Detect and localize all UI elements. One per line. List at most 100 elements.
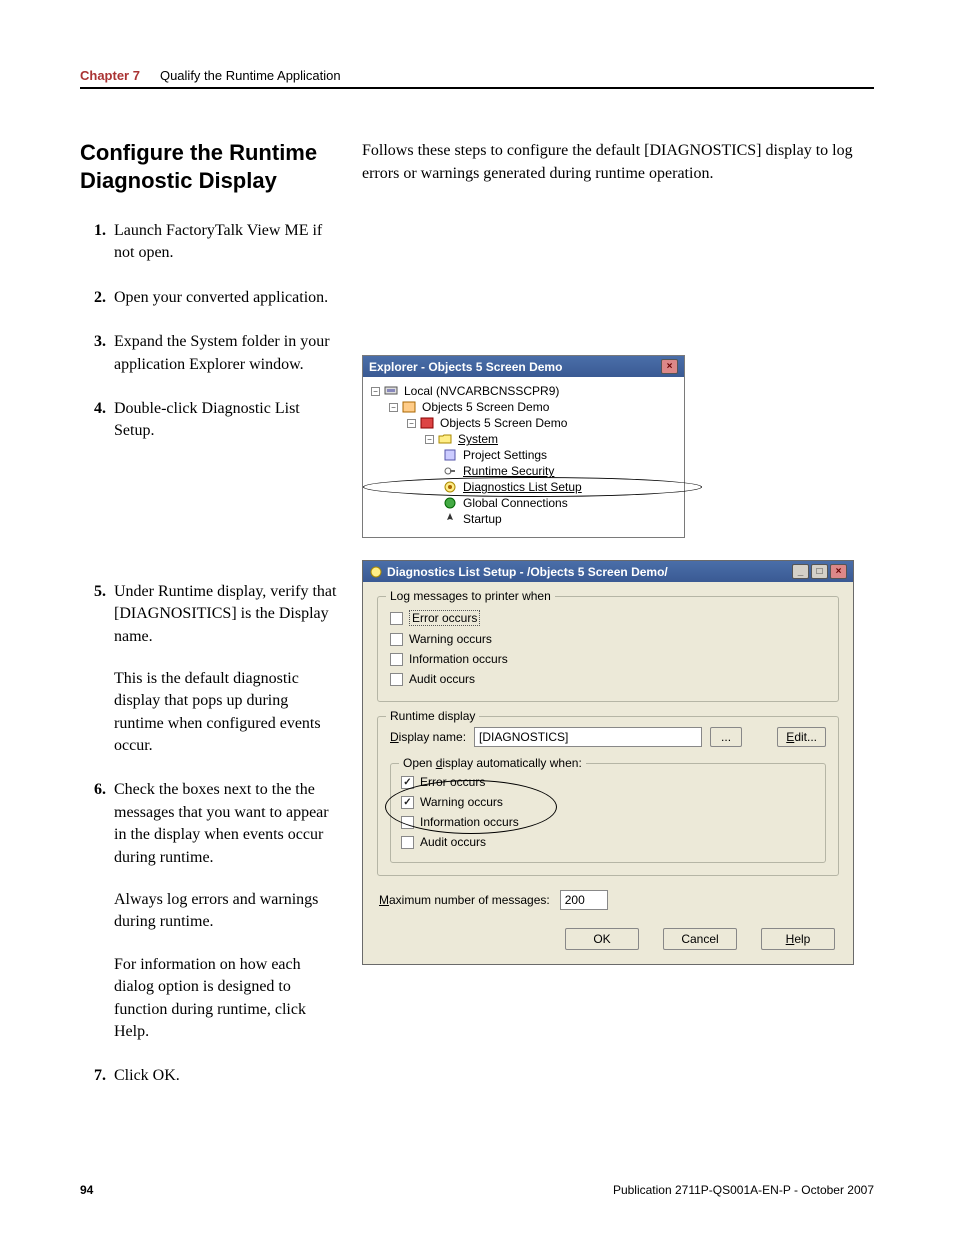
- step-list-cont: 5. Under Runtime display, verify that [D…: [80, 581, 338, 1088]
- help-button[interactable]: Help: [761, 928, 835, 950]
- dialog-title: Diagnostics List Setup - /Objects 5 Scre…: [387, 565, 668, 579]
- step-text: Click OK.: [114, 1065, 338, 1087]
- tree-label: Runtime Security: [461, 464, 554, 478]
- step-note: This is the default diagnostic display t…: [114, 668, 338, 758]
- checkbox-icon[interactable]: [401, 816, 414, 829]
- step-list: 1. Launch FactoryTalk View ME if not ope…: [80, 220, 338, 443]
- group-runtime-display: Runtime display Display name: ... Edit..…: [377, 716, 839, 876]
- checkbox-warning[interactable]: Warning occurs: [390, 629, 826, 649]
- collapse-icon[interactable]: −: [407, 419, 416, 428]
- minimize-icon[interactable]: _: [792, 564, 809, 579]
- computer-icon: [384, 384, 398, 398]
- checkbox-icon[interactable]: [390, 653, 403, 666]
- collapse-icon[interactable]: −: [389, 403, 398, 412]
- step-text: Open your converted application.: [114, 287, 338, 309]
- step-text: Launch FactoryTalk View ME if not open.: [114, 220, 338, 265]
- step-note: Always log errors and warnings during ru…: [114, 889, 338, 934]
- tree-label: Global Connections: [461, 496, 568, 510]
- checkbox-icon[interactable]: [390, 612, 403, 625]
- max-messages-label: Maximum number of messages:: [379, 893, 550, 907]
- checkbox-label: Audit occurs: [420, 835, 486, 849]
- display-name-label: Display name:: [390, 730, 466, 744]
- cancel-button[interactable]: Cancel: [663, 928, 737, 950]
- folder-icon: [438, 432, 452, 446]
- maximize-icon[interactable]: □: [811, 564, 828, 579]
- diagnostics-icon: [443, 480, 457, 494]
- browse-button[interactable]: ...: [710, 727, 742, 747]
- dialog-icon: [369, 565, 383, 579]
- checkbox-label: Error occurs: [409, 610, 480, 626]
- checkbox-icon[interactable]: [401, 836, 414, 849]
- close-icon[interactable]: ×: [661, 359, 678, 374]
- checkbox-open-error[interactable]: Error occurs: [401, 772, 815, 792]
- tree-item-diagnostics-list-setup[interactable]: Diagnostics List Setup: [371, 479, 676, 495]
- startup-icon: [443, 512, 457, 526]
- display-name-input[interactable]: [474, 727, 702, 747]
- chapter-title: Qualify the Runtime Application: [160, 68, 341, 83]
- explorer-titlebar[interactable]: Explorer - Objects 5 Screen Demo ×: [363, 356, 684, 377]
- step-text: Expand the System folder in your applica…: [114, 331, 338, 376]
- checkbox-icon[interactable]: [390, 673, 403, 686]
- checkbox-error[interactable]: Error occurs: [390, 607, 826, 629]
- max-messages-input[interactable]: [560, 890, 608, 910]
- checkbox-icon[interactable]: [401, 796, 414, 809]
- tree-label: Project Settings: [461, 448, 547, 462]
- checkbox-icon[interactable]: [401, 776, 414, 789]
- step-2: 2. Open your converted application.: [80, 287, 338, 309]
- globe-icon: [443, 496, 457, 510]
- max-messages-row: Maximum number of messages:: [377, 890, 839, 910]
- checkbox-open-warning[interactable]: Warning occurs: [401, 792, 815, 812]
- tree-item-project-settings[interactable]: Project Settings: [371, 447, 676, 463]
- page-header: Chapter 7 Qualify the Runtime Applicatio…: [80, 68, 874, 89]
- step-text: Under Runtime display, verify that [DIAG…: [114, 583, 336, 645]
- tree-label: Diagnostics List Setup: [461, 480, 582, 494]
- checkbox-audit[interactable]: Audit occurs: [390, 669, 826, 689]
- chapter-label: Chapter 7: [80, 68, 140, 83]
- intro-paragraph: Follows these steps to configure the def…: [362, 139, 874, 185]
- step-note: For information on how each dialog optio…: [114, 954, 338, 1044]
- tree-label: Startup: [461, 512, 502, 526]
- close-icon[interactable]: ×: [830, 564, 847, 579]
- tree-item-global-connections[interactable]: Global Connections: [371, 495, 676, 511]
- collapse-icon[interactable]: −: [371, 387, 380, 396]
- publication-info: Publication 2711P-QS001A-EN-P - October …: [613, 1183, 874, 1197]
- step-6: 6. Check the boxes next to the the messa…: [80, 779, 338, 1043]
- tree-item-app[interactable]: − Objects 5 Screen Demo: [371, 399, 676, 415]
- checkbox-label: Audit occurs: [409, 672, 475, 686]
- checkbox-information[interactable]: Information occurs: [390, 649, 826, 669]
- group-legend: Runtime display: [386, 709, 479, 723]
- step-4: 4. Double-click Diagnostic List Setup.: [80, 398, 338, 443]
- dialog-buttons: OK Cancel Help: [377, 928, 839, 952]
- security-icon: [443, 464, 457, 478]
- checkbox-label: Error occurs: [420, 775, 485, 789]
- step-number: 2.: [80, 287, 114, 309]
- step-number: 6.: [80, 779, 114, 1043]
- checkbox-label: Warning occurs: [409, 632, 492, 646]
- ok-button[interactable]: OK: [565, 928, 639, 950]
- group-open-display-when: Open display automatically when: Error o…: [390, 763, 826, 863]
- page-number: 94: [80, 1183, 93, 1197]
- tree-label: Objects 5 Screen Demo: [420, 400, 549, 414]
- tree-label: Local (NVCARBCNSSCPR9): [402, 384, 559, 398]
- step-1: 1. Launch FactoryTalk View ME if not ope…: [80, 220, 338, 265]
- checkbox-icon[interactable]: [390, 633, 403, 646]
- checkbox-label: Information occurs: [409, 652, 508, 666]
- tree-label: Objects 5 Screen Demo: [438, 416, 567, 430]
- explorer-title: Explorer - Objects 5 Screen Demo: [369, 360, 562, 374]
- tree-item-project[interactable]: − Objects 5 Screen Demo: [371, 415, 676, 431]
- tree-item-startup[interactable]: Startup: [371, 511, 676, 527]
- explorer-window: Explorer - Objects 5 Screen Demo × − Loc…: [362, 355, 685, 538]
- edit-button[interactable]: Edit...: [777, 727, 826, 747]
- collapse-icon[interactable]: −: [425, 435, 434, 444]
- tree-label: System: [456, 432, 498, 446]
- display-name-row: Display name: ... Edit...: [390, 727, 826, 747]
- dialog-titlebar[interactable]: Diagnostics List Setup - /Objects 5 Scre…: [363, 561, 853, 582]
- project-icon: [420, 416, 434, 430]
- checkbox-open-audit[interactable]: Audit occurs: [401, 832, 815, 852]
- tree-item-runtime-security[interactable]: Runtime Security: [371, 463, 676, 479]
- step-3: 3. Expand the System folder in your appl…: [80, 331, 338, 376]
- checkbox-open-information[interactable]: Information occurs: [401, 812, 815, 832]
- tree-item-system[interactable]: − System: [371, 431, 676, 447]
- tree-item-local[interactable]: − Local (NVCARBCNSSCPR9): [371, 383, 676, 399]
- step-number: 4.: [80, 398, 114, 443]
